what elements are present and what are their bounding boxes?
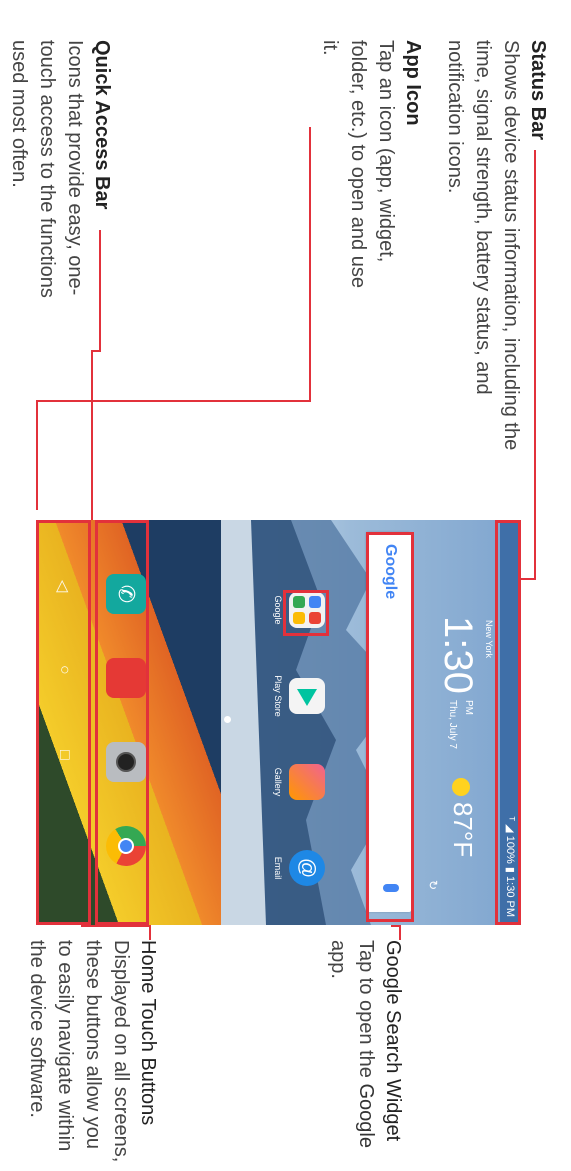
app-icon-connector-h — [309, 127, 311, 402]
app-icon-highlight — [283, 590, 329, 636]
page-indicator — [224, 716, 231, 723]
weather-time: 1:30 — [436, 616, 480, 694]
play-store-icon[interactable] — [289, 678, 325, 714]
home-touch-buttons-callout: Home Touch Buttons Displayed on all scre… — [23, 940, 161, 1170]
app-icon-title: App Icon — [402, 40, 424, 126]
app-label-gallery: Gallery — [273, 767, 283, 797]
quick-access-bar-title: Quick Access Bar — [91, 40, 113, 210]
google-search-widget-callout: Google Search Widget Tap to open the Goo… — [324, 940, 406, 1165]
email-icon[interactable]: @ — [289, 850, 325, 886]
home-touch-connector-v — [81, 925, 151, 927]
quick-access-connector-h2 — [91, 350, 93, 525]
weather-date: Thu, July 7 — [447, 700, 458, 749]
app-label-play-store: Play Store — [273, 675, 283, 717]
gallery-icon[interactable] — [289, 764, 325, 800]
weather-city: New York — [484, 620, 494, 659]
home-touch-buttons-description: Displayed on all screens, these buttons … — [26, 940, 132, 1163]
status-bar-connector-v — [519, 578, 536, 580]
sun-icon — [452, 778, 470, 796]
quick-access-highlight — [95, 520, 149, 925]
home-touch-connector-h — [149, 925, 151, 940]
status-bar-title: Status Bar — [527, 40, 549, 141]
weather-widget[interactable]: New York 1:30 PM Thu, July 7 87°F ↻ — [408, 520, 500, 925]
app-label-google: Google — [273, 595, 283, 625]
status-bar-description: Shows device status information, includi… — [444, 40, 522, 451]
home-touch-buttons-highlight — [36, 520, 91, 925]
weather-ampm: PM — [463, 700, 474, 715]
app-icon-callout: App Icon Tap an icon (app, widget, folde… — [316, 40, 426, 305]
refresh-icon[interactable]: ↻ — [426, 880, 440, 890]
google-search-widget-description: Tap to open the Google app. — [327, 940, 377, 1148]
app-icon-connector-h2 — [36, 400, 38, 510]
weather-temperature: 87°F — [448, 802, 478, 858]
quick-access-connector-h — [99, 230, 101, 350]
google-search-widget-title: Google Search Widget — [382, 940, 404, 1142]
app-label-email: Email — [273, 856, 283, 880]
app-icon-connector-v — [36, 400, 311, 402]
google-search-connector-v — [391, 925, 401, 927]
home-touch-buttons-title: Home Touch Buttons — [137, 940, 159, 1126]
app-icon-description: Tap an icon (app, widget, folder, etc.) … — [319, 40, 397, 288]
status-bar-highlight — [495, 520, 521, 925]
quick-access-bar-description: Icons that provide easy, one-touch acces… — [8, 40, 86, 298]
rotated-page: Status Bar Shows device status informati… — [0, 0, 571, 1171]
status-bar-connector-h — [534, 150, 536, 580]
google-search-highlight — [366, 532, 414, 922]
google-search-connector-h — [399, 925, 401, 940]
